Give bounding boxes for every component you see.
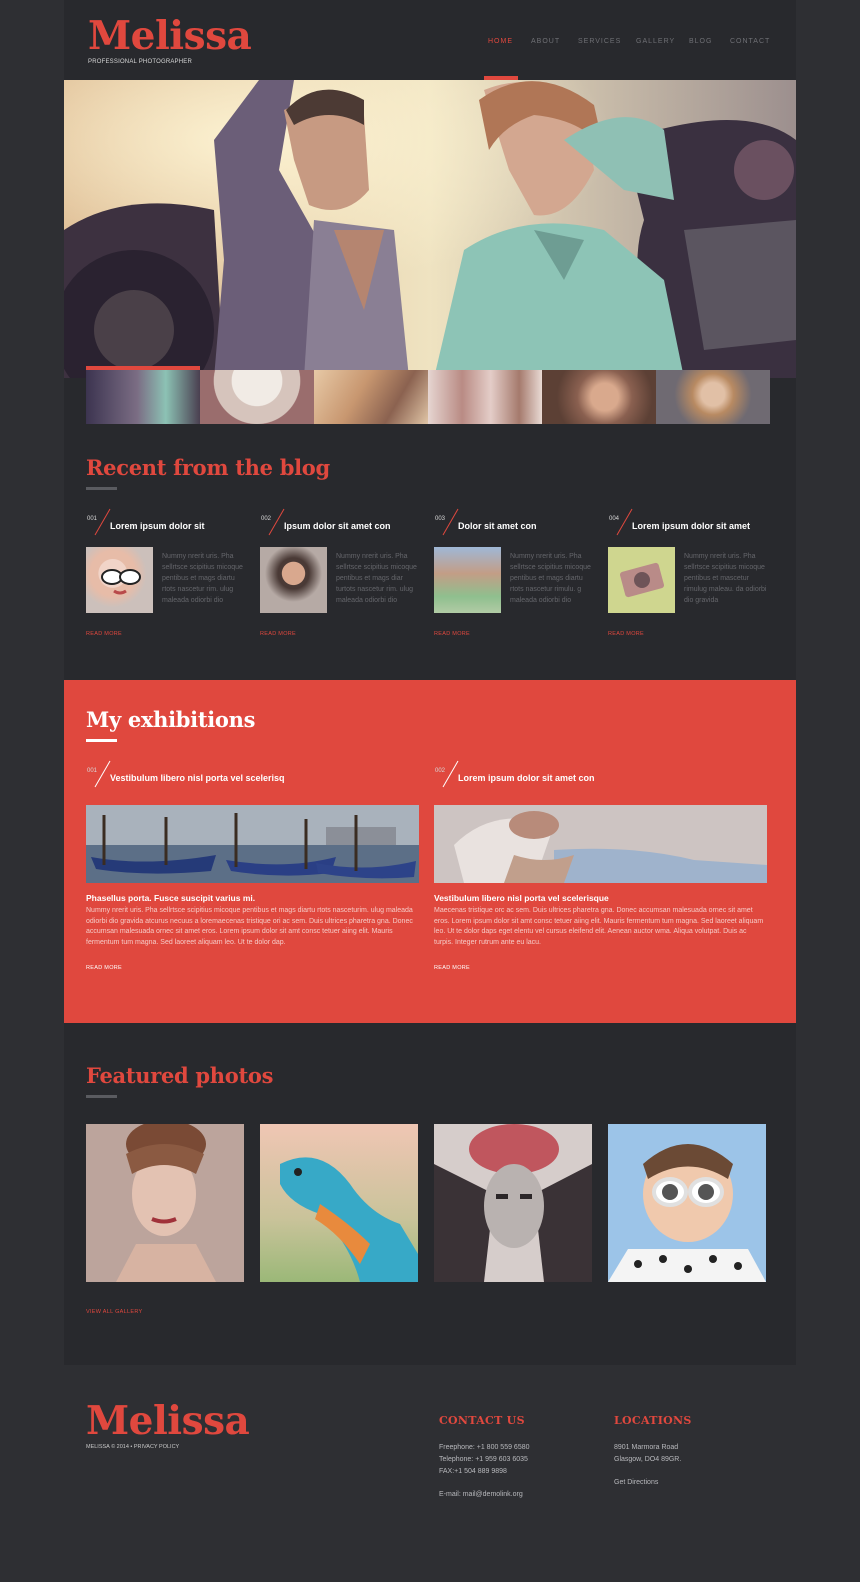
post-title[interactable]: Lorem ipsum dolor sit amet <box>632 521 750 531</box>
contact-freephone: Freephone: +1 800 559 6580 <box>439 1444 530 1451</box>
exhibition-slash <box>94 760 111 788</box>
post-slash <box>616 508 633 536</box>
exhibition-text: Maecenas tristique orc ac sem. Duis ultr… <box>434 907 764 946</box>
post-title[interactable]: Ipsum dolor sit amet con <box>284 521 391 531</box>
nav-contact[interactable]: CONTACT <box>730 38 770 45</box>
hero-thumbnails <box>86 370 770 424</box>
thumbnail-3[interactable] <box>314 370 428 424</box>
read-more-link[interactable]: READ MORE <box>260 631 296 637</box>
exhibition-slash <box>442 760 459 788</box>
page-container: Melissa PROFESSIONAL PHOTOGRAPHER HOME A… <box>64 0 796 1365</box>
read-more-link[interactable]: READ MORE <box>86 631 122 637</box>
post-excerpt: Nummy nrerit uris. Pha sellrtsce scipiti… <box>162 553 243 604</box>
site-tagline: PROFESSIONAL PHOTOGRAPHER <box>88 59 193 65</box>
exhibition-number: 001 <box>87 768 98 774</box>
nav-about[interactable]: ABOUT <box>531 38 560 45</box>
nav-services[interactable]: SERVICES <box>578 38 621 45</box>
post-excerpt: Nummy nrerit uris. Pha sellrtsce scipiti… <box>336 553 417 604</box>
read-more-link[interactable]: READ MORE <box>608 631 644 637</box>
post-number: 003 <box>435 516 446 522</box>
exhibition-image[interactable] <box>434 805 767 883</box>
address-line-1: 8901 Marmora Road <box>614 1444 679 1451</box>
thumbnail-4[interactable] <box>428 370 542 424</box>
post-image[interactable] <box>260 547 327 613</box>
contact-heading: CONTACT US <box>439 1414 525 1427</box>
post-title[interactable]: Lorem ipsum dolor sit <box>110 521 205 531</box>
post-number: 001 <box>87 516 98 522</box>
hero-image <box>64 80 796 378</box>
footer-logo[interactable]: Melissa <box>86 1402 250 1441</box>
post-image[interactable] <box>608 547 675 613</box>
exhibition-number: 002 <box>435 768 446 774</box>
read-more-link[interactable]: READ MORE <box>434 631 470 637</box>
exhibitions-section: My exhibitions 001 Vestibulum libero nis… <box>64 680 796 1023</box>
exhibition-subtitle: Vestibulum libero nisl porta vel sceleri… <box>434 893 609 903</box>
contact-email[interactable]: E-mail: mail@demolink.org <box>439 1489 523 1501</box>
nav-home[interactable]: HOME <box>488 38 513 45</box>
get-directions-link[interactable]: Get Directions <box>614 1477 658 1489</box>
nav-gallery[interactable]: GALLERY <box>636 38 675 45</box>
footer-copyright[interactable]: MELISSA © 2014 • PRIVACY POLICY <box>86 1444 179 1450</box>
post-slash <box>268 508 285 536</box>
thumbnail-2[interactable] <box>200 370 314 424</box>
featured-photo-2[interactable] <box>260 1124 418 1282</box>
exhibition-title[interactable]: Vestibulum libero nisl porta vel sceleri… <box>110 773 285 783</box>
exhibition-image[interactable] <box>86 805 419 883</box>
blog-title-underline <box>86 487 117 490</box>
post-excerpt: Nummy nrerit uris. Pha sellrtsce scipiti… <box>510 553 591 604</box>
post-number: 002 <box>261 516 272 522</box>
thumbnail-1[interactable] <box>86 370 200 424</box>
view-all-gallery-link[interactable]: VIEW ALL GALLERY <box>86 1309 142 1315</box>
featured-photo-3[interactable] <box>434 1124 592 1282</box>
contact-fax: FAX:+1 504 889 9898 <box>439 1468 507 1475</box>
address-line-2: Glasgow, DO4 89GR. <box>614 1456 682 1463</box>
post-number: 004 <box>609 516 620 522</box>
exhibitions-title: My exhibitions <box>86 707 256 732</box>
featured-title: Featured photos <box>86 1063 274 1088</box>
thumbnail-6[interactable] <box>656 370 770 424</box>
post-slash <box>94 508 111 536</box>
featured-photo-1[interactable] <box>86 1124 244 1282</box>
site-logo[interactable]: Melissa <box>88 17 252 56</box>
thumbnail-5[interactable] <box>542 370 656 424</box>
nav-blog[interactable]: BLOG <box>689 38 712 45</box>
post-image[interactable] <box>86 547 153 613</box>
exhibitions-title-underline <box>86 739 117 742</box>
read-more-link[interactable]: READ MORE <box>434 965 470 971</box>
contact-telephone: Telephone: +1 959 603 6035 <box>439 1456 528 1463</box>
featured-title-underline <box>86 1095 117 1098</box>
read-more-link[interactable]: READ MORE <box>86 965 122 971</box>
exhibition-title[interactable]: Lorem ipsum dolor sit amet con <box>458 773 595 783</box>
locations-heading: LOCATIONS <box>614 1414 692 1427</box>
blog-title: Recent from the blog <box>86 455 330 480</box>
post-image[interactable] <box>434 547 501 613</box>
post-slash <box>442 508 459 536</box>
exhibition-text: Nummy nrerit uris. Pha sellrtsce scipiti… <box>86 907 413 946</box>
post-excerpt: Nummy nrerit uris. Pha sellrtsce scipiti… <box>684 553 767 604</box>
post-title[interactable]: Dolor sit amet con <box>458 521 537 531</box>
featured-photo-4[interactable] <box>608 1124 766 1282</box>
exhibition-subtitle: Phasellus porta. Fusce suscipit varius m… <box>86 893 256 903</box>
